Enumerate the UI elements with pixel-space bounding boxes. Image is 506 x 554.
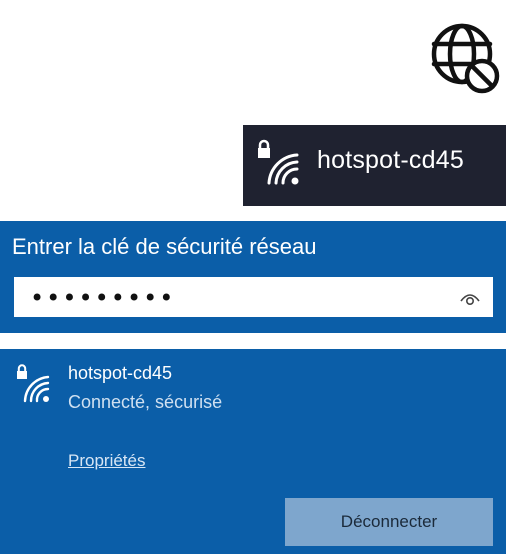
security-key-label: Entrer la clé de sécurité réseau bbox=[12, 234, 317, 259]
network-status: Connecté, sécurisé bbox=[68, 392, 223, 412]
password-prompt-panel: Entrer la clé de sécurité réseau bbox=[0, 221, 506, 333]
network-name: hotspot-cd45 bbox=[68, 363, 173, 383]
tray-network-tooltip: hotspot-cd45 bbox=[243, 125, 506, 206]
properties-link[interactable]: Propriétés bbox=[68, 451, 145, 471]
globe-no-internet-icon bbox=[430, 16, 500, 94]
security-key-input[interactable] bbox=[28, 279, 452, 317]
connected-network-panel: hotspot-cd45 Connecté, sécurisé Propriét… bbox=[0, 349, 506, 554]
disconnect-button[interactable]: Déconnecter bbox=[285, 498, 493, 546]
wifi-locked-icon bbox=[16, 363, 50, 403]
security-key-field[interactable] bbox=[14, 277, 493, 317]
eye-icon[interactable] bbox=[459, 289, 481, 307]
wifi-locked-icon bbox=[257, 139, 299, 185]
tray-network-name: hotspot-cd45 bbox=[317, 146, 464, 174]
